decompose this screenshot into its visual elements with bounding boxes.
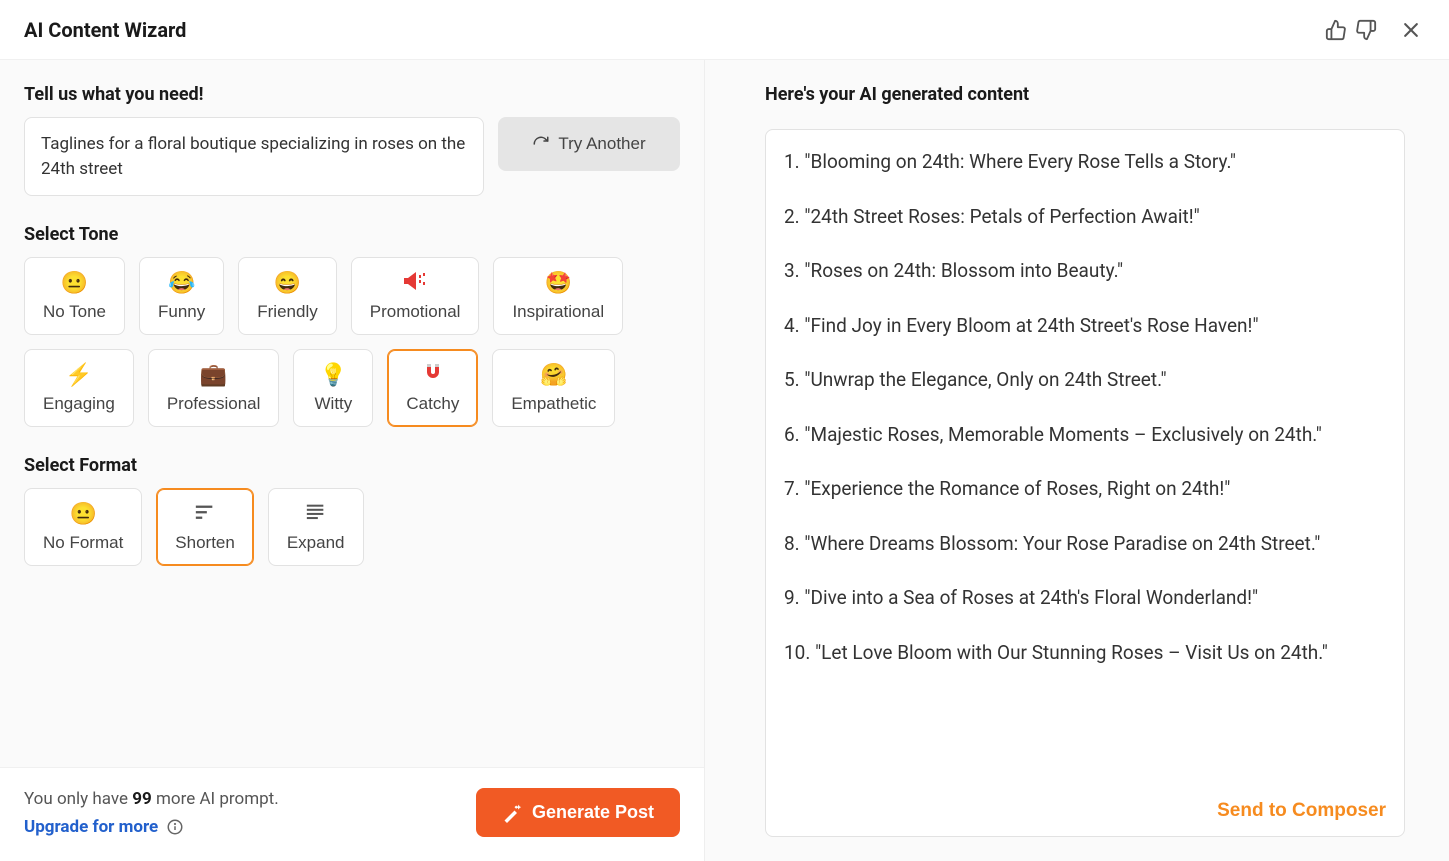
tone-option-catchy[interactable]: Catchy [387, 349, 478, 427]
header-actions [1321, 15, 1425, 45]
tone-grid: 😐 No Tone 😂 Funny 😄 Friendly Promotional 🤩 Inspi… [24, 257, 680, 427]
tone-option-professional[interactable]: 💼 Professional [148, 349, 280, 427]
left-content: Tell us what you need! Taglines for a fl… [0, 60, 704, 767]
quota-text: You only have 99 more AI prompt. [24, 789, 279, 809]
wand-icon [502, 803, 522, 823]
result-box: 1. "Blooming on 24th: Where Every Rose T… [765, 129, 1405, 837]
result-line: 7. "Experience the Romance of Roses, Rig… [784, 475, 1382, 504]
tone-icon: 💡 [320, 362, 347, 388]
tone-label: Funny [158, 302, 205, 322]
left-panel: Tell us what you need! Taglines for a fl… [0, 60, 705, 861]
tone-icon: ⚡ [65, 362, 92, 388]
result-line: 8. "Where Dreams Blossom: Your Rose Para… [784, 530, 1382, 559]
format-grid: 😐 No Format Shorten Expand [24, 488, 680, 566]
format-label: Shorten [175, 533, 235, 553]
result-footer: Send to Composer [766, 786, 1404, 836]
tone-option-promotional[interactable]: Promotional [351, 257, 480, 335]
result-title: Here's your AI generated content [765, 84, 1405, 105]
result-line: 2. "24th Street Roses: Petals of Perfect… [784, 203, 1382, 232]
tone-icon [400, 270, 430, 296]
tone-icon: 😐 [61, 270, 88, 296]
tone-icon: 💼 [200, 362, 227, 388]
quota-count: 99 [132, 789, 152, 809]
thumbs-up-icon [1325, 19, 1347, 41]
format-option-shorten[interactable]: Shorten [156, 488, 254, 566]
tone-option-funny[interactable]: 😂 Funny [139, 257, 224, 335]
upgrade-label: Upgrade for more [24, 817, 158, 837]
format-label: Expand [287, 533, 345, 553]
result-line: 5. "Unwrap the Elegance, Only on 24th St… [784, 366, 1382, 395]
header: AI Content Wizard [0, 0, 1449, 60]
result-content[interactable]: 1. "Blooming on 24th: Where Every Rose T… [766, 130, 1404, 786]
tone-section-label: Select Tone [24, 224, 680, 245]
tone-label: Professional [167, 394, 261, 414]
thumbs-up-button[interactable] [1321, 15, 1351, 45]
tone-label: Witty [315, 394, 353, 414]
tone-label: No Tone [43, 302, 106, 322]
generate-label: Generate Post [532, 802, 654, 823]
page-title: AI Content Wizard [24, 18, 186, 42]
expand-icon [305, 503, 327, 521]
left-footer: You only have 99 more AI prompt. Upgrade… [0, 767, 704, 861]
tone-label: Friendly [257, 302, 317, 322]
send-to-composer-button[interactable]: Send to Composer [1217, 800, 1386, 822]
quota-suffix: more AI prompt. [152, 789, 279, 809]
prompt-input[interactable]: Taglines for a floral boutique specializ… [24, 117, 484, 196]
format-option-expand[interactable]: Expand [268, 488, 364, 566]
tone-label: Promotional [370, 302, 461, 322]
right-panel: Here's your AI generated content 1. "Blo… [705, 60, 1449, 861]
close-button[interactable] [1397, 16, 1425, 44]
format-icon [305, 501, 327, 527]
tone-icon [421, 362, 445, 388]
result-line: 1. "Blooming on 24th: Where Every Rose T… [784, 148, 1382, 177]
tone-icon: 🤗 [540, 362, 567, 388]
tone-option-inspirational[interactable]: 🤩 Inspirational [493, 257, 623, 335]
result-line: 3. "Roses on 24th: Blossom into Beauty." [784, 257, 1382, 286]
result-line: 10. "Let Love Bloom with Our Stunning Ro… [784, 639, 1382, 668]
tone-option-no-tone[interactable]: 😐 No Tone [24, 257, 125, 335]
close-icon [1401, 20, 1421, 40]
tone-label: Engaging [43, 394, 115, 414]
tone-option-witty[interactable]: 💡 Witty [293, 349, 373, 427]
result-line: 4. "Find Joy in Every Bloom at 24th Stre… [784, 312, 1382, 341]
quota-prefix: You only have [24, 789, 132, 809]
tone-icon: 😂 [168, 270, 195, 296]
tone-label: Inspirational [512, 302, 604, 322]
prompt-label: Tell us what you need! [24, 84, 680, 105]
tone-option-engaging[interactable]: ⚡ Engaging [24, 349, 134, 427]
result-line: 6. "Majestic Roses, Memorable Moments – … [784, 421, 1382, 450]
thumbs-down-button[interactable] [1351, 15, 1381, 45]
result-line: 9. "Dive into a Sea of Roses at 24th's F… [784, 584, 1382, 613]
megaphone-icon [400, 270, 430, 292]
tone-icon: 🤩 [545, 270, 572, 296]
format-label: No Format [43, 533, 123, 553]
main: Tell us what you need! Taglines for a fl… [0, 60, 1449, 861]
refresh-icon [532, 135, 550, 153]
format-icon: 😐 [69, 501, 96, 527]
try-another-label: Try Another [558, 134, 645, 154]
shorten-icon [194, 503, 216, 521]
try-another-button[interactable]: Try Another [498, 117, 680, 171]
tone-icon: 😄 [274, 270, 301, 296]
prompt-row: Taglines for a floral boutique specializ… [24, 117, 680, 196]
generate-post-button[interactable]: Generate Post [476, 788, 680, 837]
tone-label: Empathetic [511, 394, 596, 414]
format-section-label: Select Format [24, 455, 680, 476]
magnet-icon [421, 362, 445, 384]
upgrade-link[interactable]: Upgrade for more [24, 817, 184, 837]
thumbs-down-icon [1355, 19, 1377, 41]
tone-label: Catchy [406, 394, 459, 414]
info-icon [166, 818, 184, 836]
format-option-no-format[interactable]: 😐 No Format [24, 488, 142, 566]
tone-option-friendly[interactable]: 😄 Friendly [238, 257, 336, 335]
tone-option-empathetic[interactable]: 🤗 Empathetic [492, 349, 615, 427]
quota-block: You only have 99 more AI prompt. Upgrade… [24, 789, 279, 837]
format-icon [194, 501, 216, 527]
